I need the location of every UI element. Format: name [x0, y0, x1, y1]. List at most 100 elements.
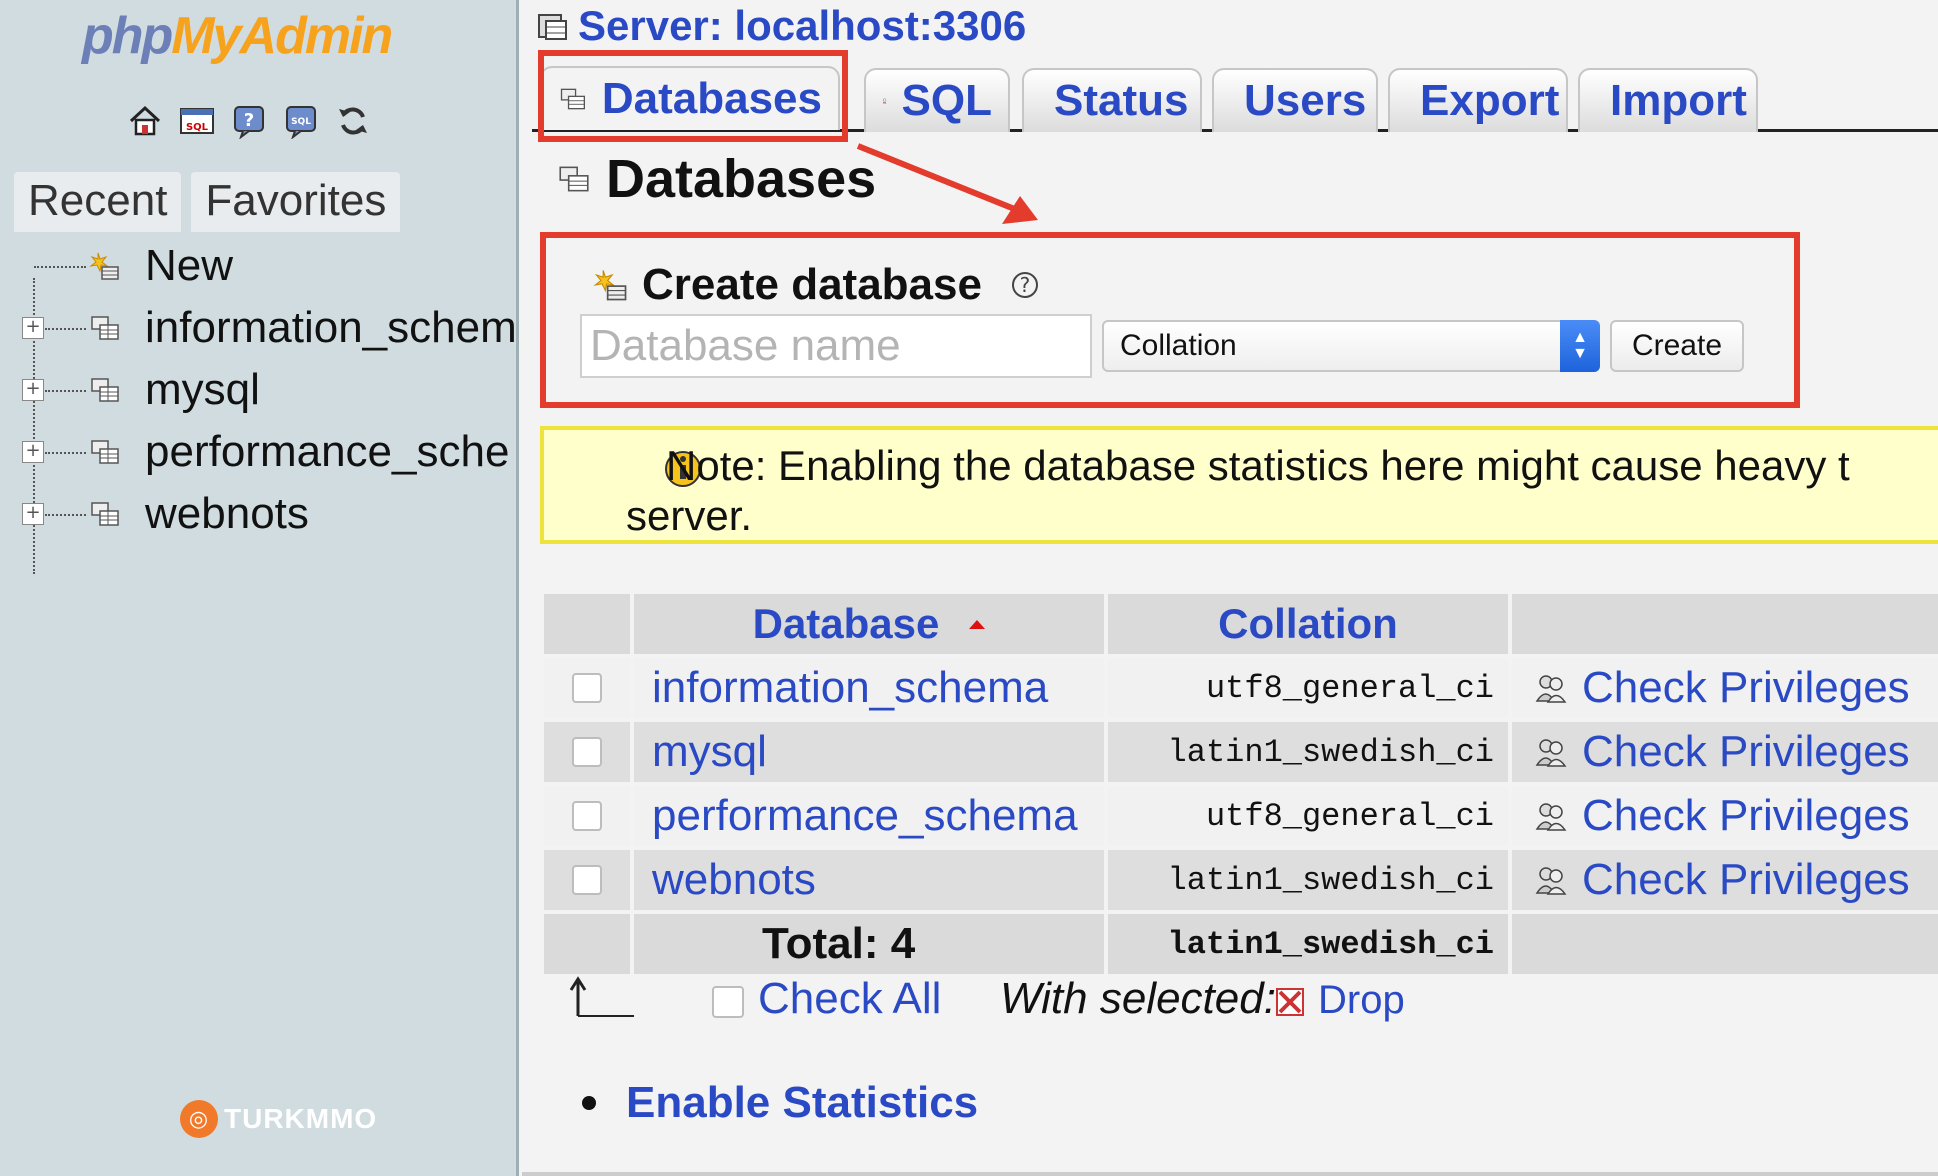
- row-checkbox-cell: [544, 658, 630, 718]
- enable-statistics: Enable Statistics: [582, 1078, 978, 1128]
- check-privileges-label[interactable]: Check Privileges: [1582, 727, 1910, 777]
- check-privileges-label[interactable]: Check Privileges: [1582, 791, 1910, 841]
- help-icon[interactable]: ?: [1011, 272, 1038, 298]
- expand-icon[interactable]: +: [22, 441, 44, 463]
- collation-value: latin1_swedish_ci: [1167, 733, 1494, 771]
- check-privileges-link[interactable]: Check Privileges: [1512, 791, 1910, 841]
- users-icon: [1535, 867, 1567, 895]
- database-link[interactable]: webnots: [634, 855, 816, 905]
- column-header-collation[interactable]: Collation: [1108, 594, 1508, 654]
- main-panel: Server: localhost:3306 Databases SQL SQL…: [522, 0, 1938, 1176]
- expand-icon[interactable]: +: [22, 379, 44, 401]
- tab-users[interactable]: Users: [1212, 68, 1378, 132]
- svg-text:SQL: SQL: [186, 122, 209, 133]
- navigation-panel: phpMyAdmin SQL ? SQL Recent Favorites Ne…: [0, 0, 519, 1176]
- tab-favorites[interactable]: Favorites: [191, 172, 401, 232]
- drop-icon[interactable]: [1274, 986, 1306, 1018]
- collation-cell: utf8_general_ci: [1108, 786, 1508, 846]
- table-row: webnots latin1_swedish_ci Check Privileg…: [544, 850, 1938, 910]
- tab-export[interactable]: Export: [1388, 68, 1568, 132]
- users-icon: [1535, 803, 1567, 831]
- header-checkbox-cell: [544, 594, 630, 654]
- chevron-updown-icon[interactable]: ▲ ▼: [1560, 320, 1600, 372]
- tab-label: Import: [1610, 76, 1747, 125]
- top-menu-tabs: Databases SQL SQL Status Users Export Im…: [532, 50, 1938, 142]
- statistics-note: Note: Enabling the database statistics h…: [540, 426, 1938, 544]
- sql-docs-icon[interactable]: SQL: [282, 102, 320, 140]
- row-checkbox[interactable]: [572, 673, 602, 703]
- collation-value: utf8_general_ci: [1205, 797, 1494, 835]
- tree-item-webnots[interactable]: + webnots: [0, 484, 519, 544]
- check-all-link[interactable]: Check All: [758, 974, 941, 1024]
- collation-cell: utf8_general_ci: [1108, 658, 1508, 718]
- check-all-checkbox[interactable]: [712, 986, 744, 1018]
- tree-item-label[interactable]: webnots: [145, 489, 309, 539]
- database-link[interactable]: information_schema: [634, 663, 1048, 713]
- database-link[interactable]: performance_schema: [634, 791, 1078, 841]
- tab-import[interactable]: Import: [1578, 68, 1758, 132]
- tree-item-mysql[interactable]: + mysql: [0, 360, 519, 420]
- home-icon[interactable]: [126, 102, 164, 140]
- check-privileges-link[interactable]: Check Privileges: [1512, 855, 1910, 905]
- row-checkbox[interactable]: [572, 801, 602, 831]
- database-tree: New + information_schem + mysql + perfor…: [0, 236, 519, 596]
- quick-icons: SQL ? SQL: [126, 102, 372, 140]
- database-link[interactable]: mysql: [634, 727, 767, 777]
- expand-icon[interactable]: +: [22, 503, 44, 525]
- create-button[interactable]: Create: [1610, 320, 1744, 372]
- annotation-arrow: [856, 143, 1038, 224]
- new-database-icon: [593, 270, 627, 301]
- tree-item-information-schema[interactable]: + information_schem: [0, 298, 519, 358]
- tree-item-label[interactable]: performance_sche: [145, 427, 509, 477]
- databases-tab-highlight: [538, 50, 848, 142]
- expand-icon[interactable]: +: [22, 317, 44, 339]
- phpmyadmin-logo[interactable]: phpMyAdmin: [82, 6, 393, 66]
- tab-recent[interactable]: Recent: [14, 172, 182, 232]
- tree-item-label[interactable]: information_schem: [145, 303, 517, 353]
- tab-sql[interactable]: SQL SQL: [864, 68, 1010, 132]
- column-header-label[interactable]: Database: [753, 600, 940, 648]
- tree-item-new[interactable]: New: [0, 236, 519, 296]
- table-row: information_schema utf8_general_ci Check…: [544, 658, 1938, 718]
- tree-item-label[interactable]: New: [145, 241, 233, 291]
- database-name-input[interactable]: [580, 314, 1092, 378]
- action-cell: Check Privileges: [1512, 850, 1938, 910]
- collation-select-value: Collation: [1120, 329, 1237, 362]
- database-icon: [559, 166, 589, 192]
- page-title: Databases: [556, 148, 876, 210]
- row-checkbox-cell: [544, 722, 630, 782]
- row-checkbox[interactable]: [572, 865, 602, 895]
- tree-item-label[interactable]: mysql: [145, 365, 260, 415]
- row-checkbox[interactable]: [572, 737, 602, 767]
- drop-button[interactable]: Drop: [1318, 978, 1405, 1023]
- tab-status[interactable]: Status: [1022, 68, 1202, 132]
- tree-item-performance-schema[interactable]: + performance_sche: [0, 422, 519, 482]
- table-total-row: Total: 4 latin1_swedish_ci: [544, 914, 1938, 974]
- check-privileges-label[interactable]: Check Privileges: [1582, 663, 1910, 713]
- tab-label: Users: [1244, 76, 1367, 125]
- collation-select[interactable]: Collation ▲ ▼: [1102, 320, 1600, 372]
- collation-value: latin1_swedish_ci: [1167, 861, 1494, 899]
- total-label: Total: 4: [762, 919, 916, 968]
- refresh-icon[interactable]: [334, 102, 372, 140]
- total-collation-cell: latin1_swedish_ci: [1108, 914, 1508, 974]
- check-privileges-link[interactable]: Check Privileges: [1512, 727, 1910, 777]
- server-link[interactable]: Server: localhost:3306: [578, 2, 1026, 50]
- action-cell: Check Privileges: [1512, 722, 1938, 782]
- column-header-database[interactable]: Database: [634, 594, 1104, 654]
- total-empty-cell: [544, 914, 630, 974]
- help-icon[interactable]: ?: [230, 102, 268, 140]
- sql-icon: SQL: [882, 98, 887, 104]
- tree-branch: [45, 328, 86, 330]
- sql-query-icon[interactable]: SQL: [178, 102, 216, 140]
- column-header-label[interactable]: Collation: [1218, 600, 1398, 648]
- bulk-actions: Check All With selected: Drop: [568, 968, 1568, 1028]
- users-icon: [1535, 675, 1567, 703]
- check-privileges-label[interactable]: Check Privileges: [1582, 855, 1910, 905]
- enable-statistics-link[interactable]: Enable Statistics: [626, 1078, 978, 1128]
- check-privileges-link[interactable]: Check Privileges: [1512, 663, 1910, 713]
- total-action-cell: [1512, 914, 1938, 974]
- server-icon: [538, 14, 567, 40]
- create-database-heading: Create database ?: [592, 260, 1038, 310]
- collation-cell: latin1_swedish_ci: [1108, 850, 1508, 910]
